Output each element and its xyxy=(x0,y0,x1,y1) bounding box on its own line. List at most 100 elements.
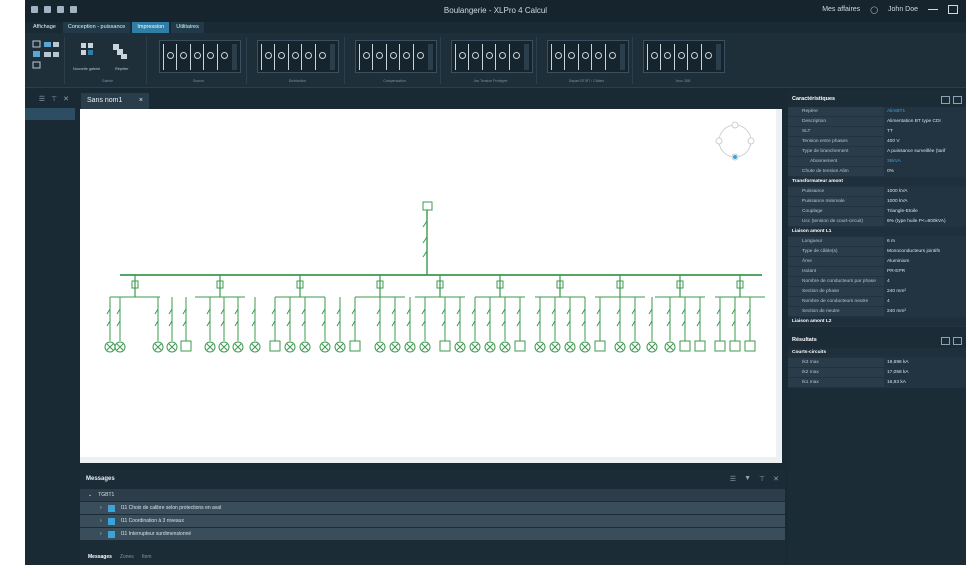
property-section[interactable]: Courts-circuits xyxy=(788,348,966,358)
property-value[interactable]: PR-EPR xyxy=(884,267,966,276)
property-row[interactable]: Type de câble(s) Monoconducteurs jointifs xyxy=(788,247,966,257)
property-value[interactable]: 17,058 kA xyxy=(884,368,966,377)
property-row[interactable]: Description Alimentation BT type CDI xyxy=(788,117,966,127)
property-row[interactable]: Nombre de conducteurs neutre 4 xyxy=(788,297,966,307)
property-value[interactable]: 240 mm² xyxy=(884,287,966,296)
load-lamp-cross xyxy=(154,343,162,351)
schematic-canvas[interactable] xyxy=(80,109,782,463)
expand-icon[interactable]: › xyxy=(100,518,102,524)
property-row[interactable]: Ik2 max 17,058 kA xyxy=(788,368,966,378)
tab-impression[interactable]: Impression xyxy=(132,22,170,33)
property-value[interactable]: Monoconducteurs jointifs xyxy=(884,247,966,256)
vertical-scrollbar[interactable] xyxy=(776,109,782,463)
property-row[interactable]: Ucc (tension de court-circuit) 6% (type h… xyxy=(788,217,966,227)
property-value[interactable]: 1000 kVA xyxy=(884,197,966,206)
property-value[interactable]: 36kVA xyxy=(884,157,966,166)
tab-conception[interactable]: Conception - puissance xyxy=(62,22,131,33)
property-section[interactable]: Liaison amont L1 xyxy=(788,227,966,237)
category-icon[interactable] xyxy=(953,96,962,104)
tab-item[interactable]: Item xyxy=(142,554,152,560)
message-group[interactable]: ⌄ TGBT1 xyxy=(80,489,785,501)
affairs-menu[interactable]: Mes affaires xyxy=(822,6,860,13)
property-value[interactable]: 400 V xyxy=(884,137,966,146)
property-row[interactable]: Section de neutre 240 mm² xyxy=(788,307,966,317)
pin-icon[interactable]: ⊤ xyxy=(51,95,57,103)
property-row[interactable]: Type de branchement A puissance surveillé… xyxy=(788,147,966,157)
property-row[interactable]: Nombre de conducteurs par phase 4 xyxy=(788,277,966,287)
tab-utilitaires[interactable]: Utilitaires xyxy=(171,22,204,33)
filter-icon[interactable]: ▼ xyxy=(744,475,751,483)
message-row[interactable]: › I11 Choix de calibre selon protections… xyxy=(80,502,785,514)
property-key: Transformateur amont xyxy=(788,177,966,186)
property-value[interactable]: 1000 kVA xyxy=(884,187,966,196)
property-row[interactable]: Section de phase 240 mm² xyxy=(788,287,966,297)
ribbon-tabs: Affichage Conception - puissance Impress… xyxy=(25,22,204,33)
property-value[interactable]: 19,696 kA xyxy=(884,358,966,367)
property-value[interactable]: 4 xyxy=(884,297,966,306)
tree-item-selected[interactable] xyxy=(25,108,75,120)
expand-icon[interactable]: › xyxy=(100,505,102,511)
property-value[interactable]: 0% xyxy=(884,167,966,176)
tab-affichage[interactable]: Affichage xyxy=(28,22,61,33)
property-value[interactable]: A puissance surveillée (tarif xyxy=(884,147,966,156)
property-row[interactable]: Tension entre phases 400 V xyxy=(788,137,966,147)
pin-icon[interactable]: ⊤ xyxy=(759,475,765,483)
property-row[interactable]: Puissance minimale 1000 kVA xyxy=(788,197,966,207)
property-row[interactable]: Ik3 max 19,696 kA xyxy=(788,358,966,368)
list-icon[interactable]: ☰ xyxy=(39,95,45,103)
expand-icon[interactable]: › xyxy=(100,531,102,537)
property-section[interactable]: Transformateur amont xyxy=(788,177,966,187)
property-value[interactable]: AlimBT1 xyxy=(884,107,966,116)
messages-panel: Messages ☰ ▼ ⊤ ✕ ⌄ TGBT1 › I11 Choix de … xyxy=(80,470,785,565)
property-row[interactable]: Chute de tension Alim 0% xyxy=(788,167,966,177)
property-row[interactable]: Repère AlimBT1 xyxy=(788,107,966,117)
property-value[interactable]: 240 mm² xyxy=(884,307,966,316)
close-icon[interactable]: ✕ xyxy=(63,95,69,103)
close-tab-icon[interactable]: × xyxy=(139,97,143,105)
property-value[interactable]: 16,93 kA xyxy=(884,378,966,387)
property-section[interactable]: Liaison amont L2 xyxy=(788,317,966,327)
property-row[interactable]: Puissance 1000 kVA xyxy=(788,187,966,197)
collapse-icon[interactable]: ⌄ xyxy=(88,492,92,498)
source-gallery[interactable] xyxy=(159,40,241,73)
sort-icon[interactable] xyxy=(941,96,950,104)
property-row[interactable]: Longueur 6 m xyxy=(788,237,966,247)
horizontal-scrollbar[interactable] xyxy=(80,457,782,463)
property-row[interactable]: Abonnement 36kVA xyxy=(788,157,966,167)
message-row[interactable]: › I11 Interrupteur surdimensionné xyxy=(80,528,785,540)
property-value[interactable]: Aluminium xyxy=(884,257,966,266)
property-value[interactable]: 6 m xyxy=(884,237,966,246)
view-layout-icons[interactable] xyxy=(31,39,65,73)
repeat-button[interactable]: Répéter xyxy=(115,67,129,71)
tab-messages[interactable]: Messages xyxy=(88,554,112,560)
sort-icon[interactable] xyxy=(941,337,950,345)
property-value[interactable]: 4 xyxy=(884,277,966,286)
property-row[interactable]: Isolant PR-EPR xyxy=(788,267,966,277)
property-value[interactable]: Alimentation BT type CDI xyxy=(884,117,966,126)
property-row[interactable]: SLT TT xyxy=(788,127,966,137)
new-gallery-button[interactable]: Nouvelle galerie xyxy=(73,67,100,71)
close-icon[interactable]: ✕ xyxy=(773,475,779,483)
property-value[interactable]: 6% (type huile P<=800kVA) xyxy=(884,217,966,226)
tab-zones[interactable]: Zones xyxy=(120,554,134,560)
ribbon-group-source: Source xyxy=(151,37,247,84)
low-voltage-gallery[interactable] xyxy=(451,40,533,73)
message-group-label: TGBT1 xyxy=(98,492,115,498)
user-menu[interactable]: John Doe xyxy=(888,6,918,13)
compensation-gallery[interactable] xyxy=(355,40,437,73)
property-row[interactable]: Ik1 max 16,93 kA xyxy=(788,378,966,388)
property-row[interactable]: Couplage Triangle-Etoile xyxy=(788,207,966,217)
distribution-gallery[interactable] xyxy=(257,40,339,73)
maximize-icon[interactable] xyxy=(948,5,958,14)
load-box xyxy=(514,340,526,352)
property-value[interactable]: Triangle-Etoile xyxy=(884,207,966,216)
property-value[interactable]: TT xyxy=(884,127,966,136)
minimize-icon[interactable] xyxy=(928,9,938,10)
property-row[interactable]: Âme Aluminium xyxy=(788,257,966,267)
list-icon[interactable]: ☰ xyxy=(730,475,736,483)
message-row[interactable]: › I11 Coordination à 3 niveaux xyxy=(80,515,785,527)
category-icon[interactable] xyxy=(953,337,962,345)
departures-gallery[interactable] xyxy=(547,40,629,73)
document-tab[interactable]: Sans nom1 × xyxy=(81,93,149,109)
bus-gallery[interactable] xyxy=(643,40,725,73)
